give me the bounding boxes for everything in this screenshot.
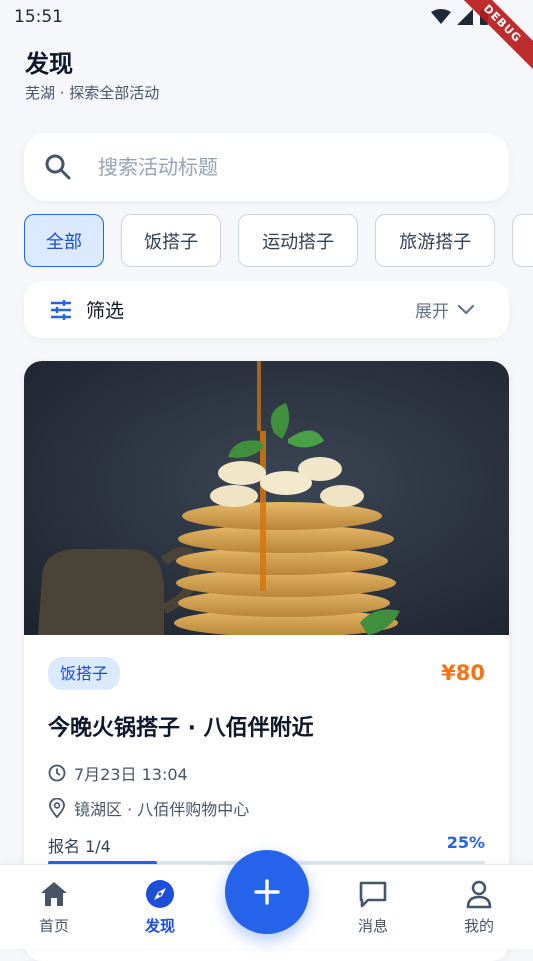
page-subtitle: 芜湖 · 探索全部活动: [25, 84, 160, 102]
nav-discover[interactable]: 发现: [125, 865, 195, 949]
activity-price: ¥80: [441, 661, 485, 685]
chip-sports[interactable]: 运动搭子: [238, 214, 359, 267]
activity-tag: 饭搭子: [48, 657, 121, 690]
nav-profile-label: 我的: [463, 917, 494, 935]
create-activity-button[interactable]: [225, 850, 309, 934]
chip-partial[interactable]: 电: [512, 214, 533, 267]
filter-toggle[interactable]: 展开: [415, 297, 475, 322]
status-time: 15:51: [14, 7, 63, 27]
nav-messages-label: 消息: [357, 917, 388, 935]
search-input[interactable]: [96, 154, 460, 180]
signup-label: 报名 1/4: [48, 837, 111, 856]
page-header: 发现 芜湖 · 探索全部活动: [25, 48, 159, 103]
chip-all[interactable]: 全部: [24, 214, 104, 267]
search-icon: [45, 154, 71, 180]
category-chips: 全部 饭搭子 运动搭子 旅游搭子 电: [24, 214, 533, 267]
nav-messages[interactable]: 消息: [338, 865, 408, 949]
location-pin-icon: [49, 798, 65, 818]
clock-icon: [48, 764, 66, 782]
chevron-down-icon: [457, 304, 475, 315]
activity-location-row: 镜湖区 · 八佰伴购物中心: [48, 796, 249, 820]
wifi-icon: [431, 9, 451, 24]
search-box[interactable]: [24, 133, 509, 201]
nav-discover-label: 发现: [144, 917, 175, 935]
nav-profile[interactable]: 我的: [444, 865, 514, 949]
activity-time-row: 7月23日 13:04: [48, 761, 188, 785]
filter-bar[interactable]: 筛选 展开: [24, 281, 509, 338]
activity-time: 7月23日 13:04: [74, 765, 188, 784]
chip-dining[interactable]: 饭搭子: [121, 214, 222, 267]
compass-icon: [146, 880, 174, 908]
signup-percent: 25%: [446, 833, 485, 852]
filter-label: 筛选: [86, 300, 125, 322]
message-icon: [359, 881, 387, 908]
activity-location: 镜湖区 · 八佰伴购物中心: [74, 800, 250, 819]
plus-icon: [254, 879, 280, 905]
filter-toggle-label: 展开: [415, 302, 449, 322]
home-icon: [41, 882, 67, 906]
nav-home[interactable]: 首页: [19, 865, 89, 949]
user-icon: [466, 880, 492, 909]
chip-travel[interactable]: 旅游搭子: [375, 214, 496, 267]
filter-left: 筛选: [50, 296, 124, 323]
pancake-photo: [24, 361, 509, 635]
sliders-icon: [51, 299, 71, 320]
activity-image: [24, 361, 509, 635]
nav-home-label: 首页: [38, 917, 69, 935]
page-title: 发现: [25, 50, 73, 78]
activity-title: 今晚火锅搭子 · 八佰伴附近: [48, 716, 314, 741]
status-bar: 15:51: [0, 0, 533, 34]
signal-icon: [457, 9, 473, 25]
